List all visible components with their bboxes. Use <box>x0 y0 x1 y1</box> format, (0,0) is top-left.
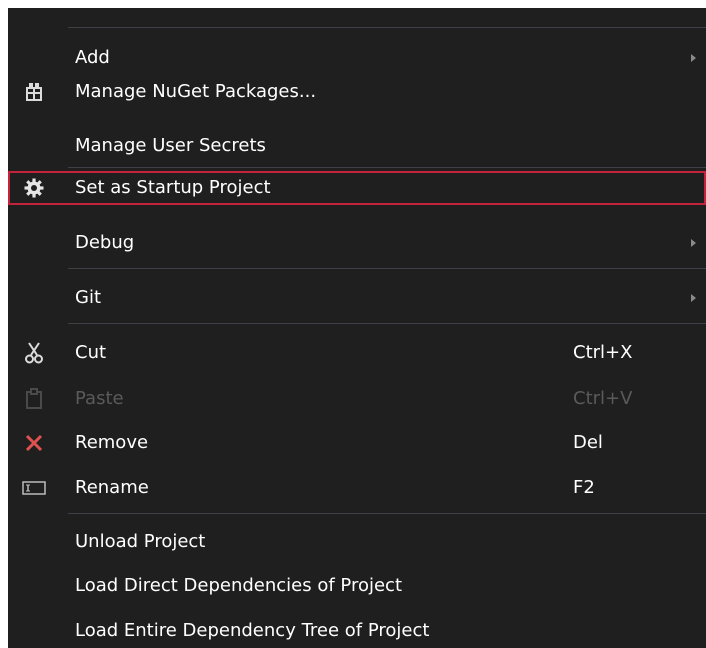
shortcut-label: Ctrl+V <box>573 388 633 409</box>
menu-item-remove[interactable]: Remove Del <box>8 426 706 460</box>
submenu-arrow-icon <box>691 239 696 247</box>
menu-item-paste[interactable]: Paste Ctrl+V <box>8 382 706 416</box>
menu-item-label: Remove <box>75 432 149 453</box>
menu-separator <box>68 27 706 28</box>
menu-item-label: Unload Project <box>75 531 206 552</box>
menu-item-load-entire-dependency-tree[interactable]: Load Entire Dependency Tree of Project <box>8 614 706 648</box>
menu-separator <box>68 323 706 324</box>
menu-item-label: Rename <box>75 477 149 498</box>
menu-item-debug[interactable]: Debug <box>8 226 706 260</box>
context-menu: Add Manage NuGet Packages... Manage User… <box>8 8 706 648</box>
menu-item-set-as-startup-project[interactable]: Set as Startup Project <box>8 171 706 205</box>
menu-item-rename[interactable]: Rename F2 <box>8 471 706 505</box>
menu-item-unload-project[interactable]: Unload Project <box>8 525 706 559</box>
menu-separator <box>68 513 706 514</box>
menu-item-label: Git <box>75 287 102 308</box>
menu-item-label: Load Entire Dependency Tree of Project <box>75 620 430 641</box>
nuget-package-icon <box>22 80 46 104</box>
shortcut-label: Del <box>573 432 603 453</box>
menu-item-manage-user-secrets[interactable]: Manage User Secrets <box>8 129 706 163</box>
menu-separator <box>68 268 706 269</box>
scissors-icon <box>22 341 46 365</box>
gear-icon <box>22 176 46 200</box>
shortcut-label: F2 <box>573 477 595 498</box>
menu-item-git[interactable]: Git <box>8 281 706 315</box>
menu-item-label: Cut <box>75 342 107 363</box>
menu-item-manage-nuget-packages[interactable]: Manage NuGet Packages... <box>8 75 706 109</box>
menu-item-label: Manage User Secrets <box>75 135 266 156</box>
menu-item-label: Debug <box>75 232 135 253</box>
menu-item-label: Paste <box>75 388 124 409</box>
clipboard-icon <box>22 387 46 411</box>
menu-item-label: Add <box>75 47 110 68</box>
menu-item-load-direct-dependencies[interactable]: Load Direct Dependencies of Project <box>8 569 706 603</box>
shortcut-label: Ctrl+X <box>573 342 633 363</box>
menu-item-label: Load Direct Dependencies of Project <box>75 575 402 596</box>
remove-x-icon <box>22 431 46 455</box>
submenu-arrow-icon <box>691 54 696 62</box>
rename-icon <box>22 476 46 500</box>
menu-separator <box>68 167 706 168</box>
menu-item-cut[interactable]: Cut Ctrl+X <box>8 336 706 370</box>
submenu-arrow-icon <box>691 294 696 302</box>
menu-item-label: Set as Startup Project <box>75 177 271 198</box>
menu-item-add[interactable]: Add <box>8 41 706 75</box>
menu-item-label: Manage NuGet Packages... <box>75 81 317 102</box>
